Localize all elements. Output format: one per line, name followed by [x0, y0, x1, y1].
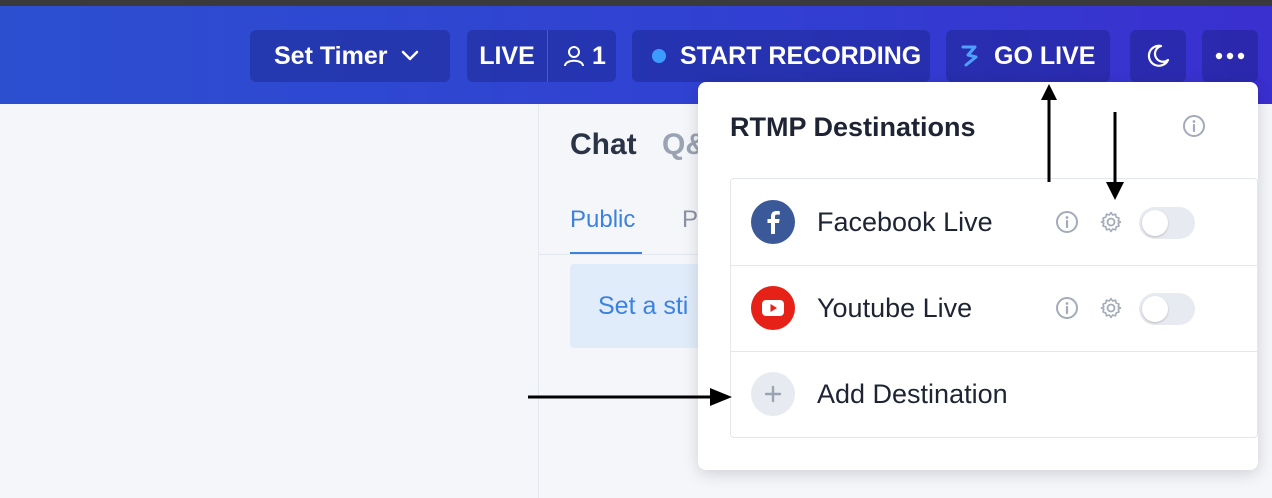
- destination-row-youtube: Youtube Live: [731, 265, 1257, 352]
- rtmp-title: RTMP Destinations: [730, 112, 976, 142]
- go-live-label: GO LIVE: [994, 41, 1096, 70]
- info-icon[interactable]: [1182, 114, 1206, 138]
- down-arrow-annotation: [1106, 112, 1124, 200]
- set-timer-label: Set Timer: [274, 41, 388, 70]
- tab-chat[interactable]: Chat: [570, 128, 637, 162]
- youtube-icon: [751, 286, 795, 330]
- more-dots-icon: [1215, 52, 1245, 60]
- right-arrow-annotation: [528, 388, 732, 406]
- dark-mode-toggle[interactable]: [1130, 30, 1186, 82]
- add-destination-label: Add Destination: [817, 379, 1008, 409]
- recording-dot-icon: [652, 49, 666, 63]
- destination-row-facebook: Facebook Live: [731, 179, 1257, 266]
- facebook-live-label: Facebook Live: [817, 207, 993, 237]
- info-icon[interactable]: [1055, 296, 1079, 320]
- rtmp-destinations-dropdown: RTMP Destinations Facebook Live Youtube …: [698, 82, 1258, 470]
- tab-private[interactable]: P: [682, 206, 698, 234]
- youtube-live-toggle[interactable]: [1139, 293, 1195, 325]
- tab-public[interactable]: Public: [570, 206, 635, 234]
- facebook-live-toggle[interactable]: [1139, 207, 1195, 239]
- live-status-group: LIVE 1: [467, 30, 616, 82]
- facebook-icon: [751, 200, 795, 244]
- go-live-button[interactable]: GO LIVE: [946, 30, 1110, 82]
- chevron-down-icon: [402, 50, 419, 61]
- toggle-knob: [1142, 296, 1168, 322]
- gear-icon[interactable]: [1099, 296, 1123, 320]
- toggle-knob: [1142, 210, 1168, 236]
- viewer-count-button[interactable]: 1: [548, 42, 606, 71]
- up-arrow-annotation: [1041, 84, 1057, 182]
- brand-logo-icon: [961, 45, 978, 67]
- start-recording-label: START RECORDING: [680, 41, 922, 70]
- live-badge: LIVE: [467, 30, 548, 82]
- gear-icon[interactable]: [1099, 210, 1123, 234]
- add-destination-button[interactable]: Add Destination: [731, 351, 1257, 437]
- viewer-count: 1: [592, 41, 606, 70]
- user-icon: [564, 46, 584, 67]
- more-options-button[interactable]: [1202, 30, 1258, 82]
- sticky-message-placeholder: Set a sti: [598, 292, 689, 320]
- start-recording-button[interactable]: START RECORDING: [632, 30, 930, 82]
- plus-icon: [751, 372, 795, 416]
- info-icon[interactable]: [1055, 210, 1079, 234]
- destinations-list: Facebook Live Youtube Live Add Destinati…: [730, 178, 1258, 438]
- youtube-live-label: Youtube Live: [817, 293, 973, 323]
- set-timer-button[interactable]: Set Timer: [250, 30, 450, 82]
- moon-icon: [1147, 44, 1170, 67]
